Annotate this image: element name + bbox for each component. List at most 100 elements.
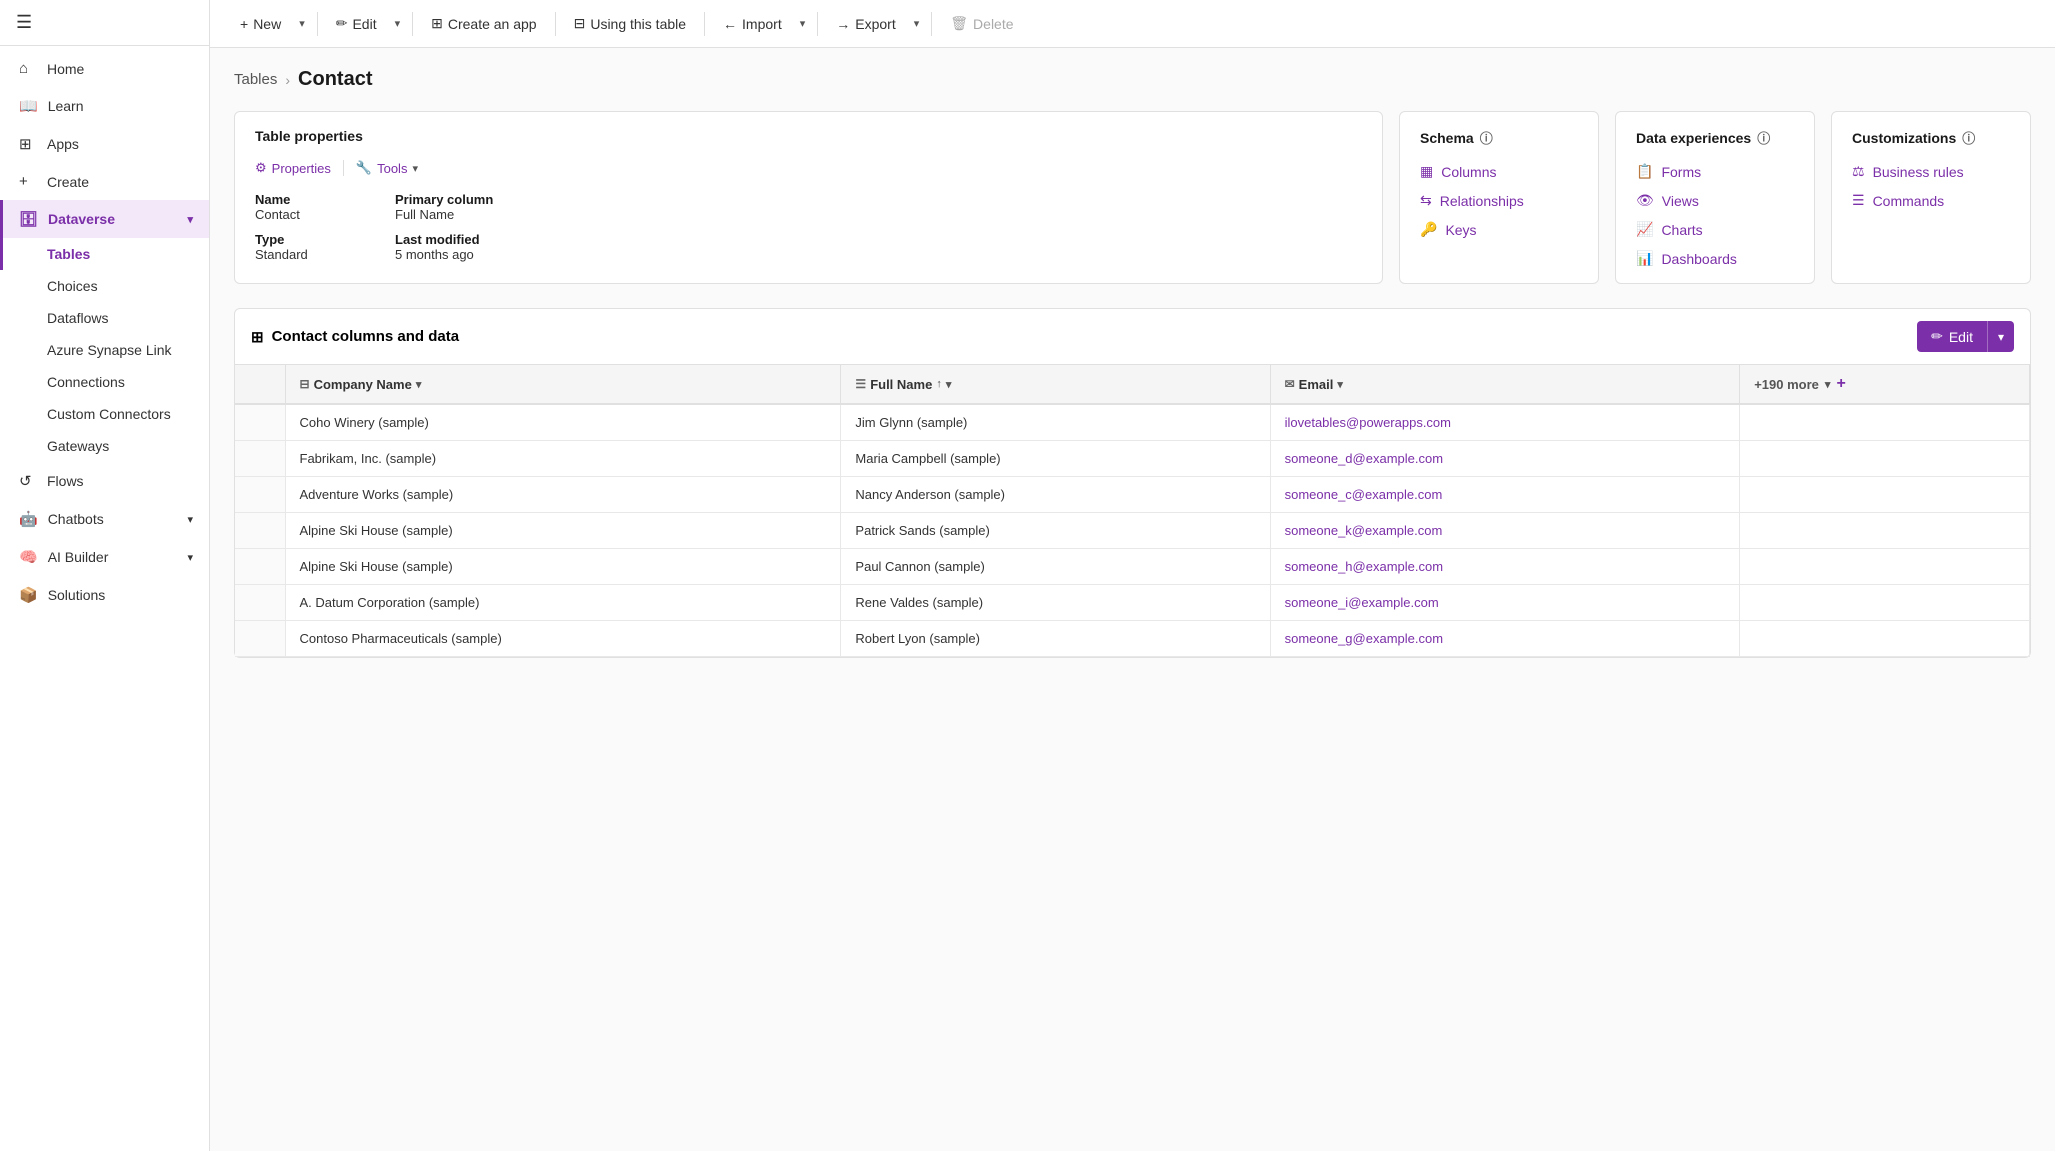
sidebar-item-home[interactable]: Home — [0, 50, 209, 87]
row-checkbox-cell[interactable] — [235, 477, 285, 513]
email-cell: someone_d@example.com — [1270, 441, 1740, 477]
fullname-col-icon — [855, 377, 866, 391]
email-col-label: Email — [1299, 377, 1334, 392]
import-dropdown-button[interactable]: ▾ — [796, 11, 810, 36]
import-icon — [723, 16, 737, 32]
table-row[interactable]: Coho Winery (sample) Jim Glynn (sample) … — [235, 404, 2030, 441]
full-name-header[interactable]: Full Name ▾ — [841, 365, 1270, 404]
cards-row: Table properties Properties Tools — [234, 111, 2031, 284]
tools-button[interactable]: Tools — [356, 160, 418, 176]
new-button[interactable]: New — [230, 10, 291, 38]
table-row[interactable]: Fabrikam, Inc. (sample) Maria Campbell (… — [235, 441, 2030, 477]
sidebar-sub-item-choices[interactable]: Choices — [0, 270, 209, 302]
data-edit-button[interactable]: Edit — [1917, 321, 1987, 352]
data-experiences-title: Data experiences — [1636, 130, 1751, 146]
data-edit-dropdown-button[interactable]: ▾ — [1987, 321, 2014, 352]
edit-button[interactable]: Edit — [326, 9, 387, 38]
business-rules-icon — [1852, 163, 1865, 180]
table-row[interactable]: Contoso Pharmaceuticals (sample) Robert … — [235, 621, 2030, 657]
create-app-button[interactable]: Create an app — [421, 9, 546, 38]
email-sort-icon: ▾ — [1337, 378, 1343, 391]
charts-link[interactable]: Charts — [1636, 221, 1794, 238]
sidebar-item-chatbots[interactable]: Chatbots ▾ — [0, 500, 209, 538]
create-app-icon — [431, 15, 443, 32]
columns-label: Columns — [1441, 164, 1496, 180]
row-checkbox-cell[interactable] — [235, 585, 285, 621]
fullname-cell: Jim Glynn (sample) — [841, 404, 1270, 441]
tools-icon — [356, 160, 372, 176]
export-button[interactable]: Export — [826, 10, 905, 38]
company-name-header[interactable]: Company Name ▾ — [285, 365, 841, 404]
sidebar-item-dataverse[interactable]: Dataverse ▾ — [0, 200, 209, 238]
export-dropdown-button[interactable]: ▾ — [910, 11, 924, 36]
breadcrumb-tables-link[interactable]: Tables — [234, 71, 277, 88]
row-checkbox-cell[interactable] — [235, 441, 285, 477]
schema-columns-link[interactable]: Columns — [1420, 163, 1578, 180]
commands-link[interactable]: Commands — [1852, 192, 2010, 209]
data-section-title: Contact columns and data — [272, 328, 460, 345]
new-dropdown-button[interactable]: ▾ — [295, 11, 309, 36]
schema-title: Schema — [1420, 130, 1474, 146]
row-checkbox-cell[interactable] — [235, 513, 285, 549]
ai-builder-icon — [19, 548, 38, 566]
delete-button[interactable]: Delete — [940, 9, 1023, 38]
primary-col-group: Primary column Full Name — [395, 192, 495, 222]
fullname-cell: Nancy Anderson (sample) — [841, 477, 1270, 513]
import-label: Import — [742, 16, 782, 32]
toolbar-separator-5 — [817, 12, 818, 36]
email-cell: someone_i@example.com — [1270, 585, 1740, 621]
create-icon — [19, 173, 37, 190]
sidebar-sub-item-connections[interactable]: Connections — [0, 366, 209, 398]
name-value: Contact — [255, 207, 355, 222]
schema-keys-link[interactable]: Keys — [1420, 221, 1578, 238]
table-row[interactable]: Alpine Ski House (sample) Patrick Sands … — [235, 513, 2030, 549]
row-checkbox-cell[interactable] — [235, 549, 285, 585]
row-checkbox-cell[interactable] — [235, 621, 285, 657]
main-area: New ▾ Edit ▾ Create an app Using this ta… — [210, 0, 2055, 1151]
gateways-label: Gateways — [47, 438, 109, 454]
sidebar-item-apps[interactable]: Apps — [0, 125, 209, 163]
sidebar-item-apps-label: Apps — [47, 136, 79, 152]
more-cols-chevron-icon[interactable]: ▾ — [1825, 378, 1831, 391]
fullname-sort-icon: ▾ — [946, 378, 952, 391]
business-rules-link[interactable]: Business rules — [1852, 163, 2010, 180]
sidebar-item-solutions[interactable]: Solutions — [0, 576, 209, 614]
import-button[interactable]: Import — [713, 10, 792, 38]
choices-label: Choices — [47, 278, 98, 294]
dataflows-label: Dataflows — [47, 310, 108, 326]
sidebar-item-flows[interactable]: Flows — [0, 462, 209, 500]
type-group: Type Standard — [255, 232, 355, 262]
custom-connectors-label: Custom Connectors — [47, 406, 171, 422]
sidebar-sub-item-tables[interactable]: Tables — [0, 238, 209, 270]
row-checkbox-cell[interactable] — [235, 404, 285, 441]
sidebar-item-create[interactable]: Create — [0, 163, 209, 200]
forms-link[interactable]: Forms — [1636, 163, 1794, 180]
sidebar-item-ai-builder[interactable]: AI Builder ▾ — [0, 538, 209, 576]
sidebar-sub-item-dataflows[interactable]: Dataflows — [0, 302, 209, 334]
table-row[interactable]: Alpine Ski House (sample) Paul Cannon (s… — [235, 549, 2030, 585]
hamburger-icon[interactable]: ☰ — [16, 12, 32, 32]
sidebar-item-learn[interactable]: Learn — [0, 87, 209, 125]
sidebar-sub-item-gateways[interactable]: Gateways — [0, 430, 209, 462]
schema-relationships-link[interactable]: Relationships — [1420, 192, 1578, 209]
more-cols-header[interactable]: +190 more ▾ + — [1740, 365, 2030, 404]
type-value: Standard — [255, 247, 355, 262]
add-column-icon[interactable]: + — [1836, 375, 1845, 393]
table-row[interactable]: Adventure Works (sample) Nancy Anderson … — [235, 477, 2030, 513]
dashboards-link[interactable]: Dashboards — [1636, 250, 1794, 267]
edit-btn-group: Edit ▾ — [1917, 321, 2014, 352]
using-table-button[interactable]: Using this table — [564, 9, 696, 38]
toolbar-separator-4 — [704, 12, 705, 36]
email-header[interactable]: Email ▾ — [1270, 365, 1740, 404]
views-link[interactable]: Views — [1636, 192, 1794, 209]
properties-button[interactable]: Properties — [255, 160, 331, 176]
table-row[interactable]: A. Datum Corporation (sample) Rene Valde… — [235, 585, 2030, 621]
more-cell — [1740, 513, 2030, 549]
commands-icon — [1852, 192, 1865, 209]
edit-dropdown-button[interactable]: ▾ — [391, 11, 405, 36]
toolbar-separator-2 — [412, 12, 413, 36]
sidebar-sub-item-custom-connectors[interactable]: Custom Connectors — [0, 398, 209, 430]
last-modified-group: Last modified 5 months ago — [395, 232, 495, 262]
sidebar-sub-item-azure-synapse[interactable]: Azure Synapse Link — [0, 334, 209, 366]
data-experiences-list: Forms Views Charts Dashboards — [1636, 163, 1794, 267]
